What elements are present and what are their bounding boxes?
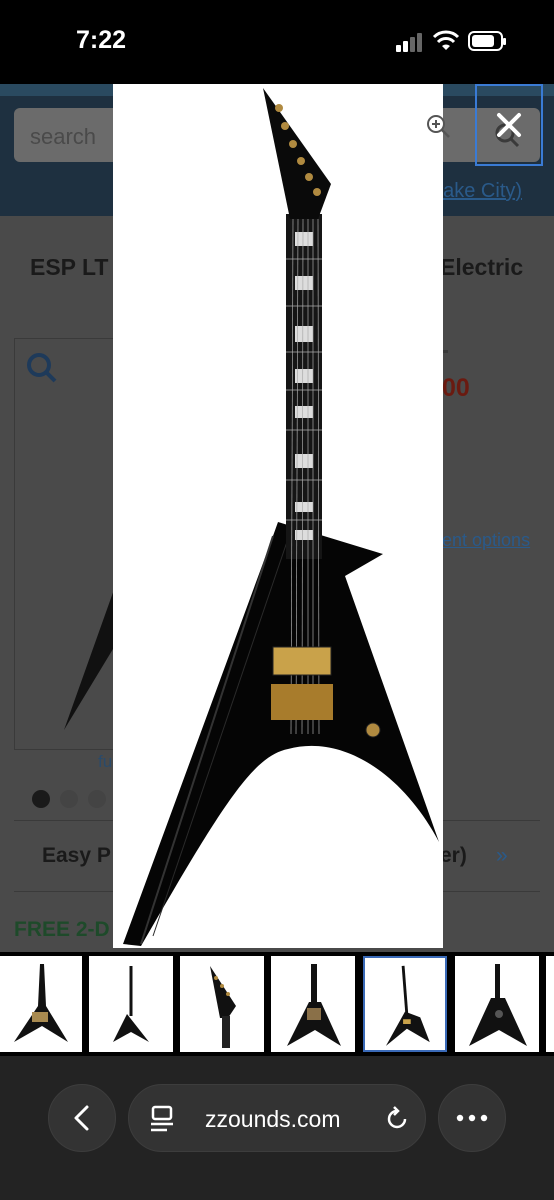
carousel-dot[interactable] xyxy=(88,790,106,808)
product-price: 00 xyxy=(442,374,470,402)
guitar-thumbnail-partial xyxy=(64,584,116,730)
cellular-signal-icon xyxy=(396,33,422,52)
more-icon xyxy=(456,1114,488,1122)
image-lightbox xyxy=(113,84,443,948)
close-button[interactable] xyxy=(475,84,543,166)
product-title-end: Electric xyxy=(440,254,524,280)
chevron-right-icon[interactable]: » xyxy=(496,844,508,868)
guitar-image xyxy=(123,88,439,946)
store-location-link[interactable]: Lake City) xyxy=(432,180,522,203)
carousel-dots xyxy=(32,790,106,808)
chevron-left-icon xyxy=(74,1105,89,1131)
thumbnail[interactable] xyxy=(89,956,173,1052)
status-bar: 7:22 xyxy=(0,0,554,84)
thumbnail-selected[interactable] xyxy=(363,956,447,1052)
battery-icon xyxy=(468,31,506,51)
product-title-start: ESP LT xyxy=(30,254,109,280)
carousel-dot[interactable] xyxy=(60,790,78,808)
page-settings-icon[interactable] xyxy=(149,1105,175,1133)
more-button[interactable] xyxy=(438,1084,506,1152)
free-shipping-text: FREE 2-D xyxy=(14,918,110,941)
close-icon xyxy=(497,113,521,137)
carousel-dot[interactable] xyxy=(32,790,50,808)
thumbnail[interactable] xyxy=(180,956,264,1052)
search-placeholder: search xyxy=(30,124,97,149)
thumbnail-strip[interactable] xyxy=(0,952,554,1056)
magnify-icon[interactable] xyxy=(26,352,58,384)
status-time: 7:22 xyxy=(76,26,127,54)
thumbnail[interactable] xyxy=(0,956,82,1052)
url-text: zzounds.com xyxy=(205,1106,341,1132)
address-bar[interactable]: zzounds.com xyxy=(128,1084,426,1152)
zoom-in-icon[interactable] xyxy=(424,112,452,140)
fullscreen-link[interactable]: fu xyxy=(98,752,112,772)
browser-toolbar: zzounds.com xyxy=(0,1056,554,1200)
payment-options-link[interactable]: ent options xyxy=(442,530,530,551)
thumbnail[interactable] xyxy=(546,956,554,1052)
wifi-icon xyxy=(432,30,460,50)
thumbnail[interactable] xyxy=(455,956,539,1052)
thumbnail[interactable] xyxy=(271,956,355,1052)
reload-icon[interactable] xyxy=(383,1105,411,1133)
back-button[interactable] xyxy=(48,1084,116,1152)
easy-payment-suffix: er) xyxy=(440,844,467,867)
easy-payment-label: Easy P xyxy=(42,844,111,867)
